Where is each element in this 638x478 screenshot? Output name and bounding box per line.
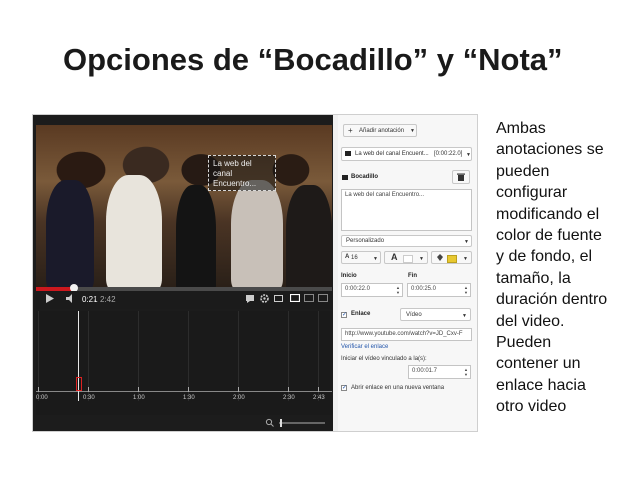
font-color-select[interactable]: A ▼: [384, 251, 428, 264]
play-icon[interactable]: [46, 294, 54, 305]
start-time-label: Inicio: [341, 273, 357, 279]
end-time-input[interactable]: 0:00:25.0 ▲ ▼: [407, 283, 471, 297]
timeline-tick: [138, 387, 139, 392]
timeline-tick: [318, 387, 319, 392]
description-line: pueden: [496, 162, 550, 180]
description-line: y de fondo, el: [496, 248, 593, 266]
timeline-tick: [288, 387, 289, 392]
end-time-label: Fin: [408, 273, 417, 279]
description-line: modificando el: [496, 205, 600, 223]
end-time-value: 0:00:25.0: [411, 286, 437, 292]
stepper-icon[interactable]: ▲ ▼: [464, 285, 468, 295]
annotation-text-field[interactable]: La web del canal Encuentro...: [341, 189, 472, 231]
timeline-tick-label: 1:00: [133, 395, 145, 401]
background-color-swatch: [447, 255, 457, 263]
font-size-value: 16: [351, 255, 358, 261]
zoom-slider[interactable]: [265, 415, 329, 427]
paint-bucket-icon: [437, 254, 443, 261]
stepper-icon[interactable]: ▲ ▼: [464, 367, 468, 377]
timeline-tick: [238, 387, 239, 392]
timeline-tick: [188, 387, 189, 392]
description-line: duración dentro: [496, 291, 608, 309]
link-label: Enlace: [351, 311, 371, 317]
chevron-down-icon: ▼: [462, 313, 467, 319]
description-line: Ambas: [496, 120, 546, 137]
annotation-timeline[interactable]: 0:00 0:30 1:00 1:30 2:00 2:30 2:43: [36, 311, 332, 415]
gear-icon[interactable]: [260, 294, 269, 305]
timeline-tick: [88, 387, 89, 392]
link-type-label: Vídeo: [406, 312, 422, 318]
description-line: enlace hacia: [496, 376, 586, 394]
stepper-icon[interactable]: ▲ ▼: [396, 285, 400, 295]
style-select-label: Personalizado: [346, 238, 385, 244]
new-window-checkbox[interactable]: ✓: [341, 385, 347, 391]
timeline-tick-label: 2:00: [233, 395, 245, 401]
start-at-label: Iniciar el vídeo vinculado a la(s):: [341, 356, 427, 362]
annotations-icon[interactable]: [246, 295, 254, 305]
annotation-selector-label: La web del canal Encuent...: [355, 151, 429, 157]
plus-icon: +: [348, 126, 353, 135]
chevron-down-icon: ▼: [373, 256, 378, 262]
verify-link[interactable]: Verificar el enlace: [341, 344, 388, 350]
add-annotation-button[interactable]: + Añadir anotación ▼: [343, 124, 417, 137]
video-editor: La web del canal Encuentro... 0:21 / 2:4…: [33, 115, 333, 431]
delete-button[interactable]: [452, 170, 470, 184]
timeline-tick-label: 0:30: [83, 395, 95, 401]
style-select[interactable]: Personalizado ▼: [341, 235, 472, 247]
fullscreen-icon[interactable]: [318, 294, 328, 304]
trash-icon: [457, 173, 465, 181]
link-checkbox[interactable]: ✓: [341, 312, 347, 318]
time-separator: /: [94, 295, 97, 304]
description-line: contener un: [496, 355, 581, 373]
description-line: anotaciones se: [496, 141, 604, 159]
player-controls: 0:21 / 2:42: [36, 291, 332, 309]
timeline-tick-label: 1:30: [183, 395, 195, 401]
annotation-marker[interactable]: [76, 377, 82, 391]
chevron-down-icon: ▼: [410, 128, 415, 134]
volume-icon[interactable]: [66, 294, 76, 305]
annotation-editor-screenshot: La web del canal Encuentro... 0:21 / 2:4…: [32, 114, 478, 432]
description-line: configurar: [496, 184, 568, 202]
timeline-tick-label: 2:30: [283, 395, 295, 401]
size-large-icon[interactable]: [304, 294, 314, 304]
link-url-input[interactable]: http://www.youtube.com/watch?v=JD_Cxv-F: [341, 328, 472, 341]
duration: 2:42: [100, 295, 116, 304]
description-line: otro video: [496, 398, 567, 416]
font-size-glyph: A: [345, 254, 350, 260]
start-at-input[interactable]: 0:00:01.7 ▲ ▼: [408, 365, 471, 379]
font-color-glyph: A: [391, 252, 398, 262]
timeline-tick-label: 0:00: [36, 395, 48, 401]
new-window-label: Abrir enlace en una nueva ventana: [351, 385, 445, 391]
chevron-down-icon: ▼: [464, 239, 469, 245]
chevron-down-icon: ▼: [466, 152, 471, 158]
description-line: color de fuente: [496, 227, 602, 245]
start-at-value: 0:00:01.7: [412, 368, 438, 374]
description-line: del video.: [496, 312, 565, 330]
timeline-tick-label: 2:43: [313, 395, 325, 401]
annotation-type-label: Bocadillo: [351, 174, 379, 180]
captions-icon[interactable]: [274, 294, 283, 305]
description-line: Pueden: [496, 334, 552, 352]
font-size-select[interactable]: A 16 ▼: [341, 251, 381, 264]
size-small-icon[interactable]: [289, 293, 301, 304]
annotation-panel: + Añadir anotación ▼ La web del canal En…: [338, 115, 477, 431]
chevron-down-icon: ▼: [419, 256, 424, 262]
slide-title: Opciones de “Bocadillo” y “Nota”: [63, 42, 563, 77]
annotation-selector[interactable]: La web del canal Encuent... [0:00:22.0] …: [341, 147, 472, 161]
add-annotation-label: Añadir anotación: [359, 128, 405, 134]
start-time-value: 0:00:22.0: [345, 286, 371, 292]
slide-description: Ambas anotaciones se pueden configurar modif…: [496, 118, 630, 418]
background-color-select[interactable]: ▼: [431, 251, 472, 264]
start-time-input[interactable]: 0:00:22.0 ▲ ▼: [341, 283, 403, 297]
description-line: tamaño, la: [496, 269, 571, 287]
link-type-select[interactable]: Vídeo ▼: [400, 308, 471, 321]
chevron-down-icon: ▼: [463, 256, 468, 262]
speech-bubble-annotation[interactable]: La web del canal Encuentro...: [208, 155, 276, 191]
font-color-swatch: [403, 255, 413, 263]
speech-bubble-icon: [345, 151, 351, 156]
video-frame[interactable]: La web del canal Encuentro...: [36, 125, 332, 287]
speech-bubble-icon: [342, 175, 348, 180]
annotation-selector-time: [0:00:22.0]: [434, 151, 463, 157]
timeline-tick: [38, 387, 39, 392]
